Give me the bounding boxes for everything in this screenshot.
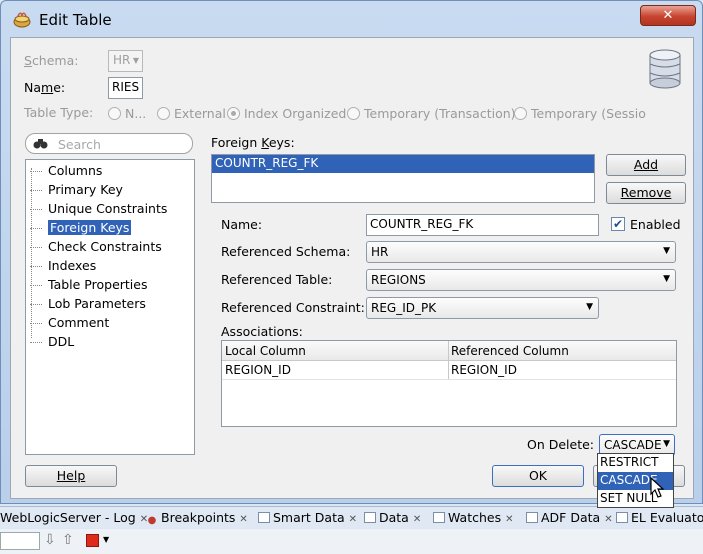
close-icon[interactable]: ✕ [604,514,612,525]
sidebar-item-lob-parameters[interactable]: Lob Parameters [30,296,146,311]
database-icon [649,49,681,89]
chevron-down-icon: ▼ [663,246,670,256]
radio-icon [347,107,360,120]
log-toolbar: ⇩ ⇧ ▼ [0,529,703,554]
help-button[interactable]: Help [25,465,117,487]
search-placeholder: Search [58,137,101,152]
el-evaluator-icon [616,512,628,523]
sidebar-item-ddl[interactable]: DDL [30,334,74,349]
ref-constraint-label: Referenced Constraint: [221,300,365,315]
associations-table: Local Column Referenced Column REGION_ID… [221,340,677,427]
ref-table-select[interactable]: REGIONS ▼ [366,269,676,291]
edit-table-dialog: Edit Table ✕ Schema: HR ▼ Name: RIES Tabl… [0,0,703,504]
associations-label: Associations: [221,324,303,339]
sidebar-item-primary-key[interactable]: Primary Key [30,182,123,197]
radio-index-organized[interactable]: Index Organized [227,106,346,121]
ref-schema-label: Referenced Schema: [221,244,351,259]
on-delete-label: On Delete: [527,437,595,452]
table-name-field[interactable]: RIES [108,77,143,99]
ref-table-label: Referenced Table: [221,272,333,287]
tab-weblogic-log[interactable]: WebLogicServer - Log ✕ [0,510,148,525]
close-icon[interactable]: ✕ [239,514,247,525]
arrow-down-icon[interactable]: ⇩ [44,532,56,548]
remove-button[interactable]: Remove [606,182,686,204]
row-divider [222,379,676,380]
schema-label: Schema: [24,53,79,68]
sidebar-item-check-constraints[interactable]: Check Constraints [30,239,162,254]
radio-external[interactable]: External [157,106,226,121]
fk-name-label: Name: [221,217,263,232]
close-icon[interactable]: ✕ [413,514,421,525]
log-filter-input[interactable] [0,532,40,550]
close-icon[interactable]: ✕ [505,514,513,525]
radio-normal[interactable]: N... [108,106,146,121]
enabled-label: Enabled [630,217,681,232]
ref-schema-select[interactable]: HR ▼ [366,241,676,263]
sidebar-item-unique-constraints[interactable]: Unique Constraints [30,201,167,216]
add-button[interactable]: Add [606,154,686,176]
adf-data-icon [526,512,538,523]
schema-select[interactable]: HR ▼ [108,50,143,72]
breakpoints-icon: ● [147,515,157,526]
sidebar-item-foreign-keys[interactable]: Foreign Keys [30,220,132,235]
chevron-down-icon: ▼ [663,274,670,284]
radio-temporary-session[interactable]: Temporary (Sessio [514,106,646,121]
radio-icon [157,107,170,120]
radio-icon [514,107,527,120]
foreign-keys-list[interactable]: COUNTR_REG_FK [211,154,595,203]
ref-constraint-select[interactable]: REG_ID_PK ▼ [366,297,599,319]
chevron-down-icon: ▼ [586,302,593,312]
list-item[interactable]: COUNTR_REG_FK [212,155,594,173]
column-header-local[interactable]: Local Column [225,344,306,358]
tab-adf-data[interactable]: ADF Data ✕ [526,510,613,525]
table-type-label: Table Type: [24,105,94,120]
search-box[interactable]: Search [25,133,193,154]
tab-data[interactable]: Data ✕ [364,510,421,525]
table-cell-local[interactable]: REGION_ID [225,363,291,377]
data-icon [364,512,376,523]
window-title: Edit Table [39,11,112,29]
table-cell-referenced[interactable]: REGION_ID [451,363,517,377]
stop-icon[interactable] [86,534,99,547]
dialog-body: Schema: HR ▼ Name: RIES Table Type: N... … [10,37,694,499]
smart-data-icon [258,512,270,523]
column-header-referenced[interactable]: Referenced Column [451,344,569,358]
sidebar-item-indexes[interactable]: Indexes [30,258,96,273]
tab-breakpoints[interactable]: ● Breakpoints ✕ [146,510,248,527]
chevron-down-icon: ▼ [663,439,670,449]
radio-selected-icon [227,107,240,120]
sidebar-item-comment[interactable]: Comment [30,315,109,330]
mouse-cursor-icon [650,477,665,498]
tab-watches[interactable]: Watches ✕ [433,510,514,525]
column-divider [448,341,449,379]
foreign-keys-label: Foreign Keys: [211,135,295,150]
tab-smart-data[interactable]: Smart Data ✕ [258,510,357,525]
sidebar-nav: Columns Primary Key Unique Constraints F… [25,159,195,455]
arrow-up-icon[interactable]: ⇧ [62,532,74,548]
enabled-checkbox[interactable]: ✔ [611,217,625,231]
radio-temporary-transaction[interactable]: Temporary (Transaction) [347,106,516,121]
title-bar[interactable]: Edit Table ✕ [1,1,702,37]
watches-icon [433,512,445,523]
close-icon[interactable]: ✕ [349,514,357,525]
fk-name-field[interactable]: COUNTR_REG_FK [366,214,599,236]
radio-icon [108,107,121,120]
app-cup-icon [13,12,31,28]
bottom-tab-bar: WebLogicServer - Log ✕ ● Breakpoints ✕ Smar… [0,506,703,528]
close-button[interactable]: ✕ [640,5,696,26]
option-restrict[interactable]: RESTRICT [598,454,673,472]
chevron-down-icon[interactable]: ▼ [103,535,109,544]
ok-button[interactable]: OK [492,465,584,487]
binoculars-icon [33,139,48,149]
name-label: Name: [24,80,66,95]
sidebar-item-table-properties[interactable]: Table Properties [30,277,147,292]
tab-el-evaluator[interactable]: EL Evaluato [616,510,703,525]
sidebar-item-columns[interactable]: Columns [30,163,102,178]
